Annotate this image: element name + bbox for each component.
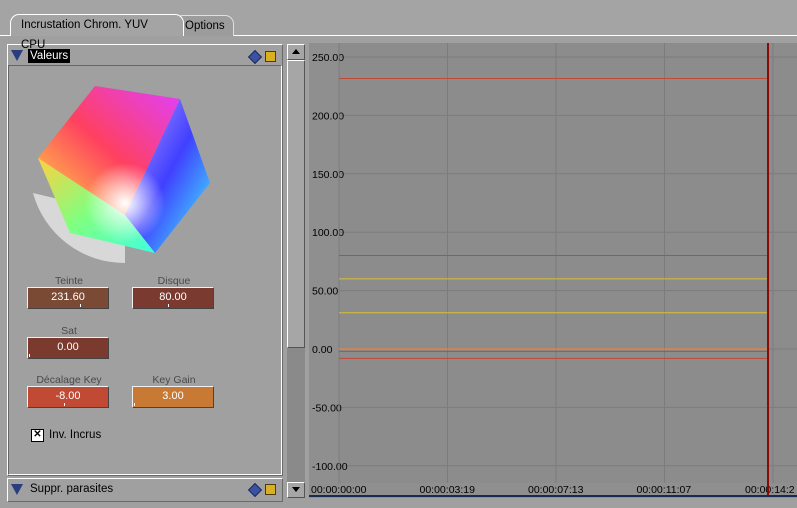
- color-cube-picker[interactable]: [30, 83, 220, 269]
- sat-label: Sat: [61, 325, 77, 337]
- plot-area: [339, 43, 797, 483]
- curve-graph-svg[interactable]: 250.00200.00150.00100.0050.000.00-50.00-…: [309, 43, 797, 498]
- y-tick-label: 0.00: [312, 344, 333, 356]
- tab-incrustation[interactable]: Incrustation Chrom. YUV CPU: [10, 14, 184, 51]
- key-gain-slider-tick: [134, 403, 135, 406]
- x-tick-label: 00:00:00:00: [311, 484, 367, 496]
- key-gain-label: Key Gain: [152, 374, 196, 386]
- decalage-slider-tick: [64, 403, 65, 406]
- expand-triangle-icon[interactable]: [11, 484, 23, 495]
- vertical-scrollbar[interactable]: [287, 44, 305, 498]
- y-tick-label: -100.00: [312, 461, 348, 473]
- sat-field[interactable]: 0.00: [27, 337, 109, 359]
- keyframe-diamond-icon[interactable]: [247, 49, 263, 65]
- x-tick-label: 00:00:03:19: [420, 484, 476, 496]
- decalage-key-field[interactable]: -8.00: [27, 386, 109, 408]
- scroll-down-button[interactable]: [287, 482, 305, 498]
- curve-graph[interactable]: 250.00 200.00 150.00 100.00 50.00 0.00 -50.00-…: [309, 43, 797, 498]
- disque-field[interactable]: 80.00: [132, 287, 214, 309]
- inv-incrus-label: Inv. Incrus: [49, 429, 102, 441]
- x-tick-label: 00:00:14:2: [745, 484, 795, 496]
- disque-slider-tick: [168, 304, 169, 307]
- disque-value: 80.00: [159, 291, 187, 303]
- sat-slider-tick: [29, 354, 30, 357]
- enable-square-icon[interactable]: [265, 51, 276, 62]
- suppr-parasites-title: Suppr. parasites: [30, 483, 114, 495]
- valeurs-panel: Valeurs Teinte 231.60 Disque 80.00 Sat 0…: [7, 44, 283, 476]
- scroll-up-button[interactable]: [287, 44, 305, 60]
- teinte-slider-tick: [80, 304, 81, 307]
- arrow-up-icon: [292, 49, 300, 54]
- enable-square-icon[interactable]: [265, 484, 276, 495]
- scroll-thumb[interactable]: [287, 60, 305, 348]
- inv-incrus-checkbox[interactable]: ✕: [31, 429, 44, 442]
- x-tick-label: 00:00:07:13: [528, 484, 584, 496]
- sat-value: 0.00: [57, 341, 79, 353]
- teinte-field[interactable]: 231.60: [27, 287, 109, 309]
- x-tick-label: 00:00:11:07: [637, 484, 692, 496]
- decalage-key-label: Décalage Key: [36, 374, 102, 386]
- suppr-parasites-section[interactable]: Suppr. parasites: [7, 478, 283, 502]
- key-gain-value: 3.00: [162, 390, 184, 402]
- y-tick-label: -50.00: [312, 402, 342, 414]
- key-gain-field[interactable]: 3.00: [132, 386, 214, 408]
- arrow-down-icon: [292, 487, 300, 492]
- decalage-key-value: -8.00: [55, 390, 81, 402]
- teinte-value: 231.60: [51, 291, 85, 303]
- y-tick-label: 50.00: [312, 286, 338, 298]
- teinte-label: Teinte: [54, 275, 84, 287]
- keyframe-diamond-icon[interactable]: [247, 482, 263, 498]
- disque-label: Disque: [157, 275, 191, 287]
- cube-center-glow: [85, 163, 165, 243]
